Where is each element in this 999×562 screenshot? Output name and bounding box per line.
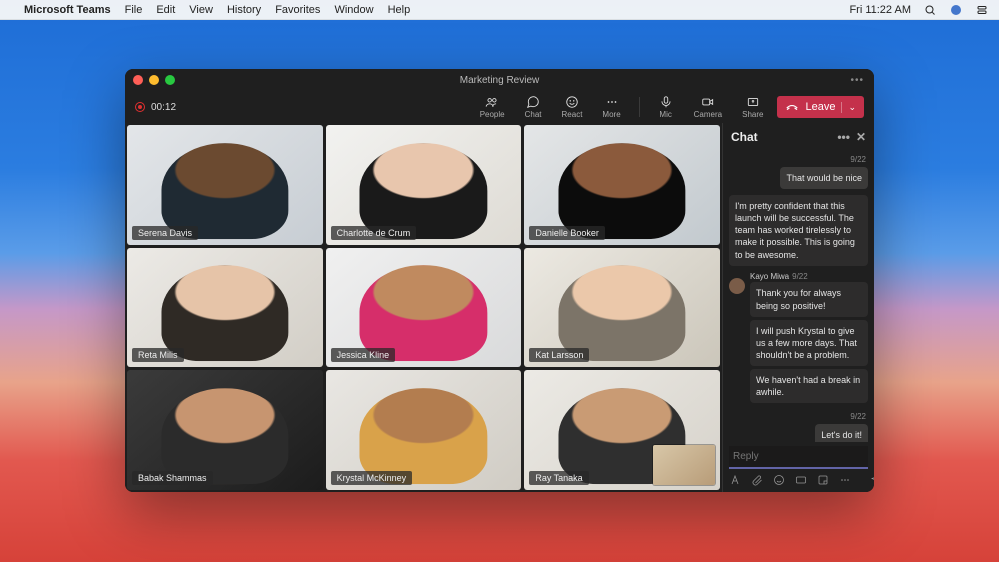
macos-menubar: Microsoft Teams File Edit View History F…	[0, 0, 999, 20]
camera-icon	[700, 95, 716, 109]
titlebar-more-icon[interactable]: •••	[850, 75, 864, 86]
reply-input[interactable]	[729, 446, 868, 469]
teams-meeting-window: Marketing Review ••• 00:12 People Chat	[125, 69, 874, 492]
video-tile[interactable]: Ray Tanaka	[524, 370, 720, 490]
avatar	[729, 278, 745, 294]
chat-message: Kayo Miwa9/22Thank you for always being …	[729, 272, 868, 407]
spotlight-search-icon[interactable]	[923, 3, 937, 17]
menubar-item-help[interactable]: Help	[388, 4, 411, 16]
menubar-clock[interactable]: Fri 11:22 AM	[849, 4, 911, 16]
attach-icon[interactable]	[751, 474, 763, 486]
participant-name: Jessica Kline	[331, 348, 396, 362]
chat-more-icon[interactable]: •••	[837, 130, 850, 144]
gif-icon[interactable]	[795, 474, 807, 486]
chat-icon	[525, 95, 541, 109]
more-button[interactable]: More	[596, 95, 626, 119]
participant-name: Krystal McKinney	[331, 471, 413, 485]
window-titlebar: Marketing Review •••	[125, 69, 874, 91]
video-tile[interactable]: Babak Shammas	[127, 370, 323, 490]
message-bubble: Thank you for always being so positive!	[750, 282, 868, 316]
share-button[interactable]: Share	[736, 95, 769, 119]
message-bubble: That would be nice	[780, 167, 868, 189]
mic-button[interactable]: Mic	[652, 95, 680, 119]
menubar-item-favorites[interactable]: Favorites	[275, 4, 320, 16]
participant-avatar	[360, 388, 487, 484]
participant-name: Serena Davis	[132, 226, 198, 240]
call-timer: 00:12	[151, 102, 176, 113]
window-minimize-button[interactable]	[149, 75, 159, 85]
compose-more-icon[interactable]	[839, 474, 851, 486]
window-zoom-button[interactable]	[165, 75, 175, 85]
menubar-item-file[interactable]: File	[125, 4, 143, 16]
participant-avatar	[360, 143, 487, 239]
control-center-icon[interactable]	[975, 3, 989, 17]
participant-name: Reta Milis	[132, 348, 184, 362]
message-bubble: I will push Krystal to give us a few mor…	[750, 320, 868, 366]
more-icon	[604, 95, 620, 109]
video-tile[interactable]: Danielle Booker	[524, 125, 720, 245]
chat-message: 9/22That would be nice	[729, 155, 868, 189]
participant-avatar	[161, 388, 288, 484]
chat-panel-title: Chat	[731, 130, 758, 144]
participant-name: Babak Shammas	[132, 471, 213, 485]
chat-message: 9/22Let's do it!	[729, 412, 868, 442]
participant-avatar	[161, 143, 288, 239]
video-tile[interactable]: Serena Davis	[127, 125, 323, 245]
message-bubble: Let's do it!	[815, 424, 868, 442]
chat-messages: 9/22That would be niceI'm pretty confide…	[723, 151, 874, 442]
participant-name: Kat Larsson	[529, 348, 589, 362]
window-title: Marketing Review	[460, 75, 539, 86]
chat-compose	[723, 442, 874, 492]
sticker-icon[interactable]	[817, 474, 829, 486]
call-toolbar: 00:12 People Chat React	[125, 91, 874, 123]
chat-message: I'm pretty confident that this launch wi…	[729, 195, 868, 266]
share-icon	[745, 95, 761, 109]
video-tile[interactable]: Reta Milis	[127, 248, 323, 368]
menubar-app-name[interactable]: Microsoft Teams	[24, 4, 111, 16]
mic-icon	[658, 95, 674, 109]
format-icon[interactable]	[729, 474, 741, 486]
leave-button[interactable]: Leave ⌄	[777, 96, 864, 118]
participant-avatar	[559, 266, 686, 362]
menubar-item-edit[interactable]: Edit	[156, 4, 175, 16]
menubar-item-window[interactable]: Window	[334, 4, 373, 16]
emoji-icon[interactable]	[773, 474, 785, 486]
message-bubble: We haven't had a break in awhile.	[750, 369, 868, 403]
account-icon[interactable]	[949, 3, 963, 17]
participant-name: Charlotte de Crum	[331, 226, 417, 240]
window-close-button[interactable]	[133, 75, 143, 85]
participant-avatar	[559, 143, 686, 239]
send-icon[interactable]	[871, 474, 874, 486]
message-author: Kayo Miwa9/22	[750, 272, 868, 283]
participant-avatar	[161, 266, 288, 362]
recording-indicator-icon	[135, 102, 145, 112]
chat-close-icon[interactable]: ✕	[856, 130, 866, 144]
menubar-item-view[interactable]: View	[189, 4, 213, 16]
message-time: 9/22	[848, 412, 868, 423]
people-button[interactable]: People	[474, 95, 511, 119]
menubar-item-history[interactable]: History	[227, 4, 261, 16]
people-icon	[484, 95, 500, 109]
video-grid: Serena Davis Charlotte de Crum Danielle Bo…	[125, 123, 722, 492]
video-tile[interactable]: Jessica Kline	[326, 248, 522, 368]
video-tile[interactable]: Krystal McKinney	[326, 370, 522, 490]
react-button[interactable]: React	[556, 95, 589, 119]
camera-button[interactable]: Camera	[688, 95, 728, 119]
chevron-down-icon[interactable]: ⌄	[841, 102, 856, 113]
participant-name: Danielle Booker	[529, 226, 605, 240]
react-icon	[564, 95, 580, 109]
participant-avatar	[360, 266, 487, 362]
message-time: 9/22	[848, 155, 868, 166]
chat-panel: Chat ••• ✕ 9/22That would be niceI'm pre…	[722, 123, 874, 492]
message-bubble: I'm pretty confident that this launch wi…	[729, 195, 868, 266]
participant-name: Ray Tanaka	[529, 471, 588, 485]
video-tile[interactable]: Charlotte de Crum	[326, 125, 522, 245]
chat-button[interactable]: Chat	[519, 95, 548, 119]
toolbar-separator	[639, 97, 640, 117]
self-video-pip[interactable]	[653, 445, 715, 485]
video-tile[interactable]: Kat Larsson	[524, 248, 720, 368]
